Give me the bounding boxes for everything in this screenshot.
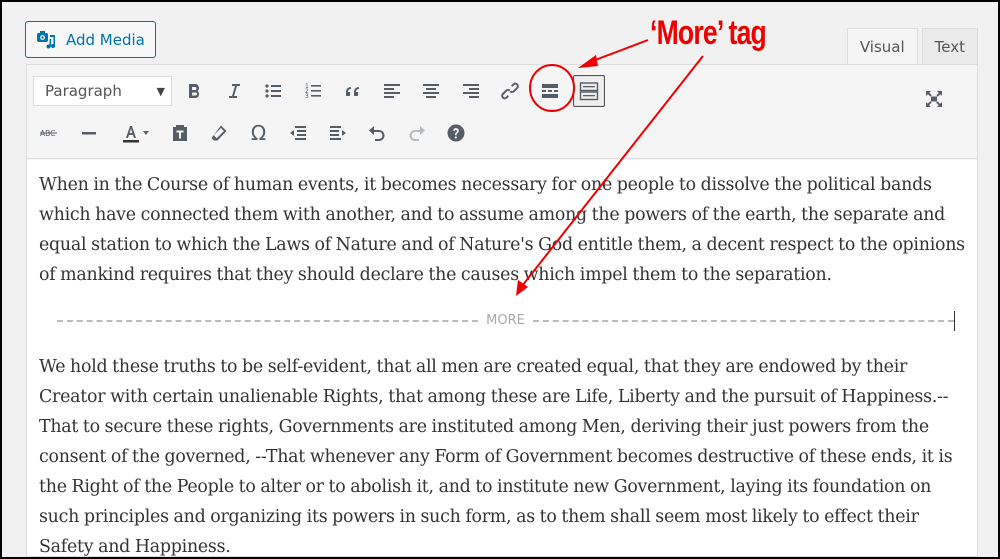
toolbar-row-2: ABC Ω (33, 115, 971, 151)
more-label: MORE (486, 313, 525, 328)
strikethrough-icon: ABC (40, 129, 57, 138)
strikethrough-button[interactable]: ABC (33, 117, 65, 149)
bulleted-list-button[interactable] (257, 75, 289, 107)
horizontal-line-button[interactable] (73, 117, 105, 149)
format-select-value: Paragraph (45, 82, 122, 100)
decrease-indent-button[interactable] (282, 117, 314, 149)
bold-icon (189, 84, 200, 98)
keyboard-icon (579, 82, 599, 101)
horizontal-line-icon (81, 132, 96, 135)
paste-as-text-button[interactable] (164, 117, 196, 149)
toolbar-row-1: Paragraph ▼ 123 (33, 73, 971, 109)
text-cursor (954, 311, 956, 331)
paragraph-1: When in the Course of human events, it b… (39, 175, 965, 285)
text-color-button[interactable] (112, 117, 156, 149)
align-center-button[interactable] (415, 75, 447, 107)
omega-icon: Ω (250, 121, 267, 145)
redo-icon (409, 126, 425, 141)
numbered-list-button[interactable]: 123 (297, 75, 329, 107)
align-left-button[interactable] (376, 75, 408, 107)
editor-content[interactable]: When in the Course of human events, it b… (27, 160, 977, 557)
undo-icon (369, 126, 385, 141)
tab-visual[interactable]: Visual (846, 28, 918, 65)
blockquote-icon (346, 87, 359, 96)
bulleted-list-icon (265, 84, 281, 98)
read-more-break[interactable]: MORE (57, 306, 956, 336)
align-right-icon (462, 84, 479, 98)
editor-tabs: Visual Text (846, 28, 978, 65)
numbered-list-icon: 123 (305, 83, 321, 100)
align-center-icon (423, 84, 439, 98)
add-media-label: Add Media (66, 30, 145, 49)
increase-indent-button[interactable] (322, 117, 354, 149)
insert-read-more-tag-button[interactable] (534, 75, 566, 107)
help-icon (447, 124, 465, 142)
italic-icon (228, 84, 240, 98)
clipboard-text-icon (172, 125, 187, 141)
eraser-icon (211, 125, 227, 141)
bold-button[interactable] (178, 75, 210, 107)
format-select[interactable]: Paragraph ▼ (33, 76, 172, 106)
editor: Paragraph ▼ 123 ABC Ω When in the Course… (26, 64, 978, 557)
align-left-icon (383, 84, 400, 98)
toolbar-toggle-button[interactable] (573, 75, 605, 107)
align-right-button[interactable] (455, 75, 487, 107)
text-color-icon (123, 126, 149, 143)
more-dashed-line-left (57, 320, 479, 322)
special-character-button[interactable]: Ω (243, 117, 275, 149)
read-more-icon (541, 84, 558, 98)
redo-button[interactable] (401, 117, 433, 149)
fullscreen-button[interactable] (918, 83, 950, 115)
indent-icon (329, 126, 346, 140)
italic-button[interactable] (218, 75, 250, 107)
tab-text[interactable]: Text (921, 28, 978, 64)
insert-link-button[interactable] (494, 75, 526, 107)
link-icon (501, 82, 519, 100)
more-dashed-line-right (532, 320, 955, 322)
annotation-label: ‘More’ tag (650, 14, 767, 52)
paragraph-2: We hold these truths to be self-evident,… (39, 357, 953, 557)
clear-formatting-button[interactable] (203, 117, 235, 149)
undo-button[interactable] (361, 117, 393, 149)
chevron-down-icon: ▼ (156, 84, 165, 98)
media-icon (37, 30, 55, 48)
svg-text:3: 3 (305, 93, 309, 100)
keyboard-shortcuts-button[interactable] (440, 117, 472, 149)
annotation-arrow-to-button (589, 39, 649, 63)
fullscreen-icon (925, 91, 942, 107)
add-media-button[interactable]: Add Media (25, 21, 156, 58)
outdent-icon (290, 126, 306, 140)
blockquote-button[interactable] (336, 75, 368, 107)
editor-toolbar: Paragraph ▼ 123 ABC Ω (27, 65, 977, 159)
